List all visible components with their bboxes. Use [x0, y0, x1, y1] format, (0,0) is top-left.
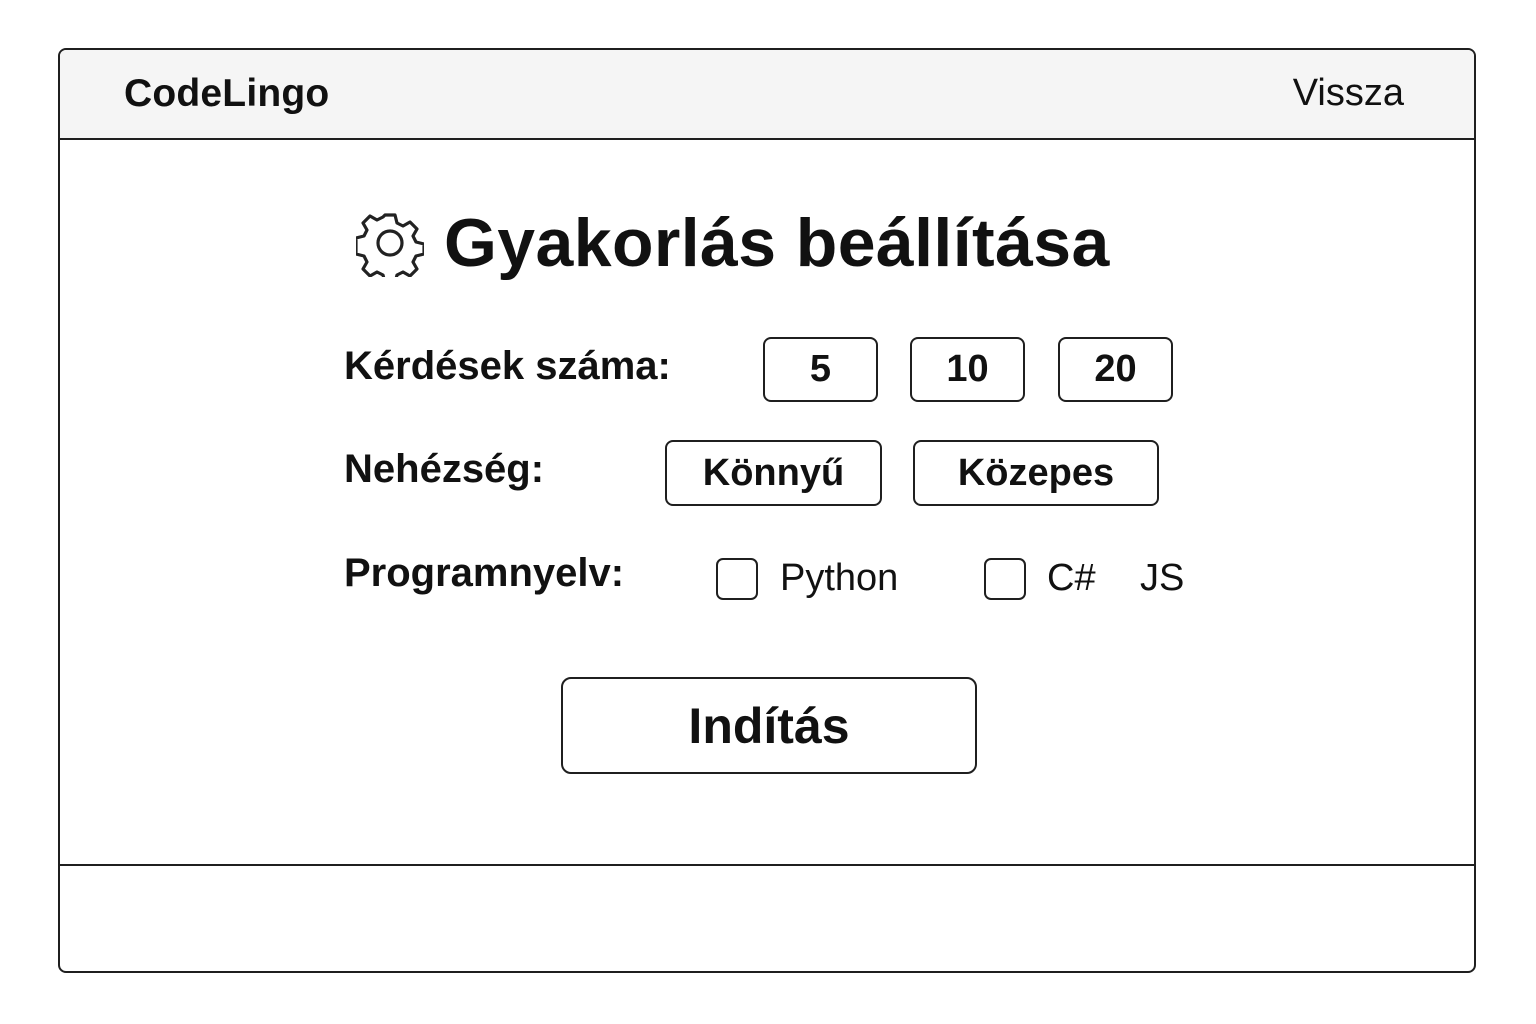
gear-icon	[356, 213, 424, 277]
question-count-10-button[interactable]: 10	[910, 337, 1025, 402]
language-label: Programnyelv:	[344, 551, 625, 595]
csharp-checkbox[interactable]	[984, 558, 1026, 600]
question-count-5-button[interactable]: 5	[763, 337, 878, 402]
difficulty-medium-button[interactable]: Közepes	[913, 440, 1159, 506]
page-heading: Gyakorlás beállítása	[356, 198, 1110, 288]
question-count-20-button[interactable]: 20	[1058, 337, 1173, 402]
question-count-label: Kérdések száma:	[344, 344, 671, 388]
python-option-label[interactable]: Python	[780, 557, 898, 600]
start-button[interactable]: Indítás	[561, 677, 977, 774]
difficulty-easy-button[interactable]: Könnyű	[665, 440, 882, 506]
page-title: Gyakorlás beállítása	[444, 205, 1110, 281]
difficulty-label: Nehézség:	[344, 447, 545, 491]
app-window: CodeLingo Vissza Gyakorlás beállítása Ké…	[58, 48, 1476, 973]
footer-divider	[60, 864, 1474, 866]
csharp-option-label[interactable]: C#	[1047, 557, 1096, 600]
top-bar: CodeLingo Vissza	[60, 50, 1474, 140]
python-checkbox[interactable]	[716, 558, 758, 600]
js-option-label[interactable]: JS	[1140, 557, 1184, 600]
back-link[interactable]: Vissza	[1293, 72, 1404, 115]
brand-title: CodeLingo	[124, 72, 330, 115]
